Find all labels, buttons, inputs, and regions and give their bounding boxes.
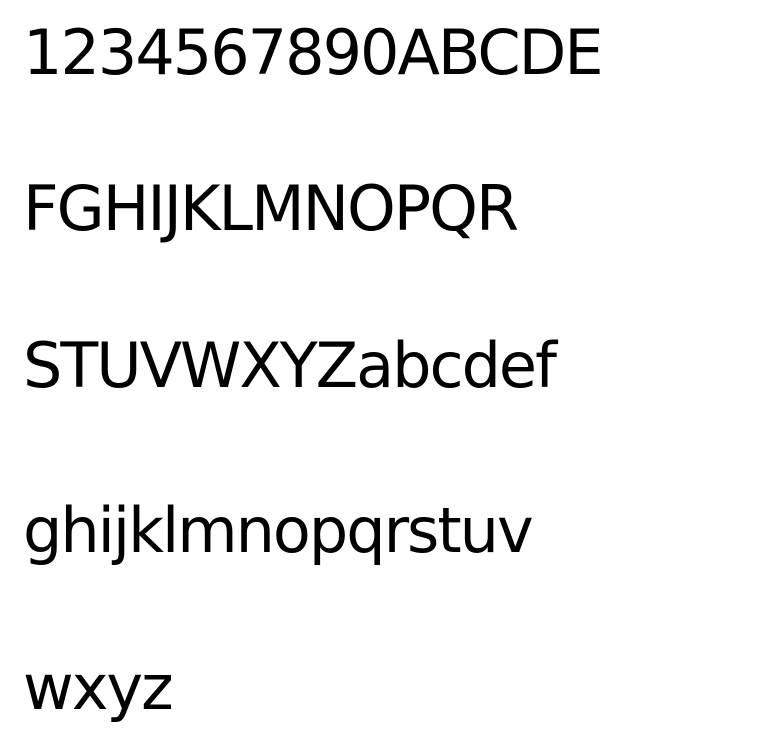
sample-line-2: FGHIJKLMNOPQR <box>23 172 519 245</box>
sample-line-5: wxyz <box>23 651 174 724</box>
sample-line-3: STUVWXYZabcdef <box>23 329 557 402</box>
character-sample-page: 1234567890ABCDE FGHIJKLMNOPQR STUVWXYZab… <box>23 0 753 743</box>
sample-line-1: 1234567890ABCDE <box>23 16 604 89</box>
sample-line-4: ghijklmnopqrstuv <box>23 494 534 567</box>
